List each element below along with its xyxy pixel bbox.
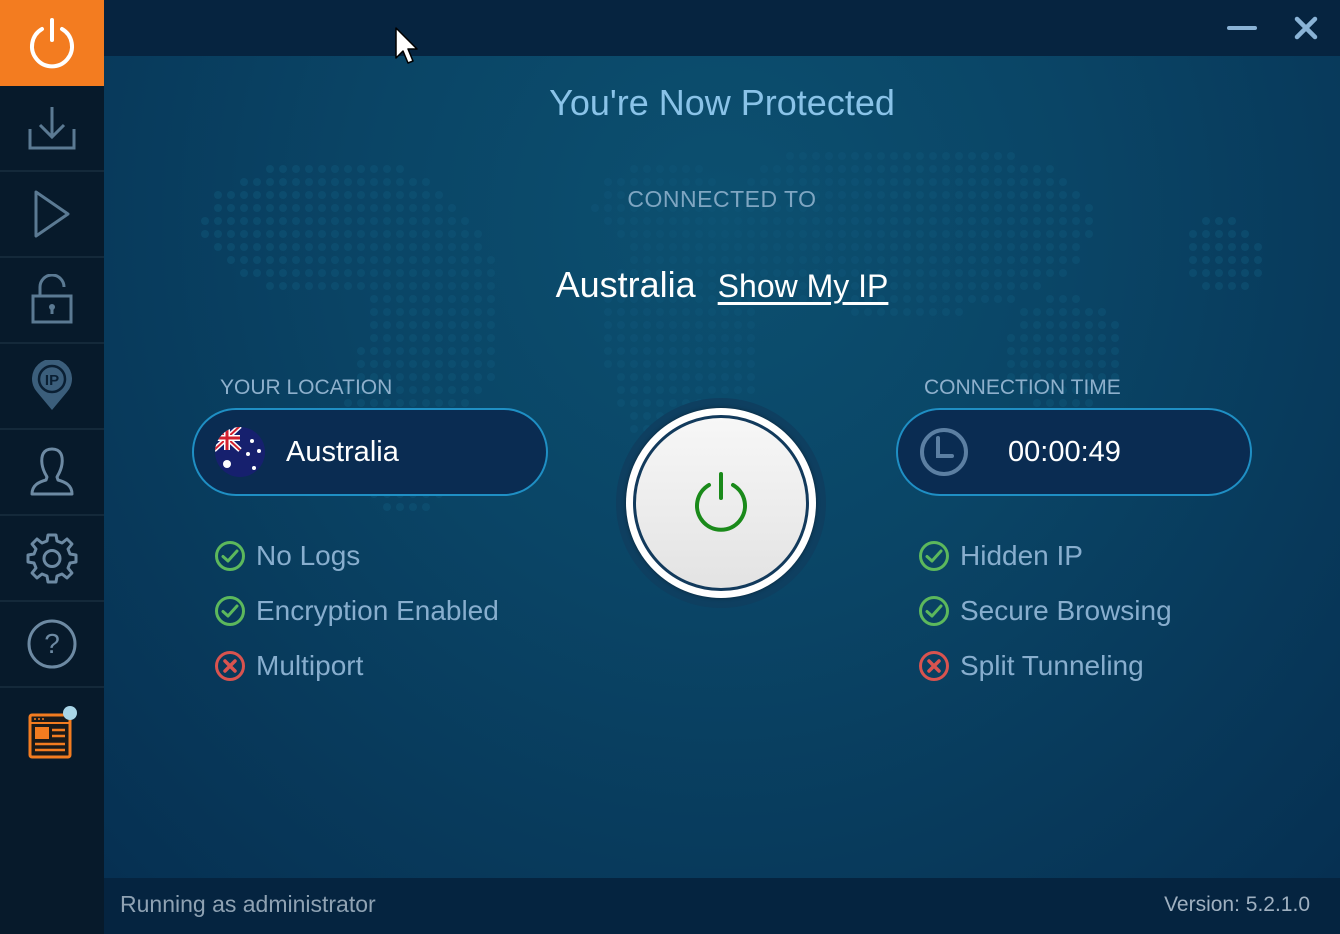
feature-label: No Logs — [256, 540, 361, 571]
power-icon — [695, 472, 747, 532]
connected-country: Australia — [555, 264, 696, 305]
feature-label: Hidden IP — [960, 540, 1083, 571]
svg-text:?: ? — [44, 628, 60, 659]
admin-status: Running as administrator — [120, 891, 376, 917]
check-icon — [919, 596, 949, 626]
sidebar-item-connect[interactable] — [0, 0, 104, 86]
sidebar-item-lock[interactable] — [0, 258, 104, 344]
news-icon — [28, 706, 77, 759]
sidebar-item-ip[interactable]: IP — [0, 344, 104, 430]
title-bar — [104, 0, 1340, 56]
feature-label: Encryption Enabled — [256, 595, 499, 626]
svg-text:IP: IP — [45, 372, 59, 389]
minimize-button[interactable] — [1222, 10, 1262, 46]
sidebar: IP ? — [0, 0, 104, 934]
sidebar-item-play[interactable] — [0, 172, 104, 258]
sidebar-item-account[interactable] — [0, 430, 104, 516]
connection-time-display: 00:00:49 — [896, 408, 1252, 496]
download-icon — [28, 107, 76, 150]
status-bar: Running as administrator Version: 5.2.1.… — [104, 878, 1340, 934]
user-icon — [30, 447, 74, 496]
location-value: Australia — [286, 435, 399, 468]
connected-to-label: CONNECTED TO — [627, 186, 817, 212]
help-icon: ? — [27, 619, 77, 669]
sidebar-item-settings[interactable] — [0, 516, 104, 602]
connection-time-value: 00:00:49 — [1008, 435, 1121, 468]
check-icon — [215, 596, 245, 626]
main-panel: You're Now Protected CONNECTED TO Austra… — [104, 56, 1340, 878]
feature-secure-browsing: Secure Browsing — [918, 595, 1172, 627]
clock-icon — [920, 428, 968, 476]
check-icon — [215, 541, 245, 571]
show-my-ip-link[interactable]: Show My IP — [718, 268, 889, 305]
close-icon — [1294, 16, 1318, 40]
x-circle-icon — [919, 651, 949, 681]
sidebar-item-help[interactable]: ? — [0, 602, 104, 688]
gear-icon — [26, 533, 78, 584]
feature-no-logs: No Logs — [214, 540, 360, 572]
minimize-icon — [1227, 26, 1257, 30]
feature-encryption: Encryption Enabled — [214, 595, 499, 627]
feature-split-tunneling: Split Tunneling — [918, 650, 1144, 682]
your-location-label: YOUR LOCATION — [220, 376, 393, 399]
page-title: You're Now Protected — [549, 82, 895, 123]
australia-flag-icon — [215, 427, 265, 477]
feature-label: Secure Browsing — [960, 595, 1172, 626]
sidebar-item-news[interactable] — [0, 688, 104, 774]
feature-hidden-ip: Hidden IP — [918, 540, 1083, 572]
power-icon — [30, 18, 74, 69]
lock-icon — [31, 274, 73, 324]
power-button[interactable] — [633, 415, 809, 591]
x-circle-icon — [215, 651, 245, 681]
connection-row: Australia Show My IP — [104, 264, 1340, 306]
feature-label: Multiport — [256, 650, 364, 681]
ip-location-icon: IP — [32, 360, 72, 410]
play-icon — [34, 190, 70, 238]
mouse-cursor — [395, 27, 418, 64]
notification-dot — [63, 706, 77, 720]
feature-label: Split Tunneling — [960, 650, 1144, 681]
sidebar-item-download[interactable] — [0, 86, 104, 172]
version-label: Version: 5.2.1.0 — [1164, 893, 1310, 916]
location-selector[interactable]: Australia — [192, 408, 548, 496]
check-icon — [919, 541, 949, 571]
feature-multiport: Multiport — [214, 650, 363, 682]
close-button[interactable] — [1286, 10, 1326, 46]
connection-time-label: CONNECTION TIME — [924, 376, 1121, 399]
